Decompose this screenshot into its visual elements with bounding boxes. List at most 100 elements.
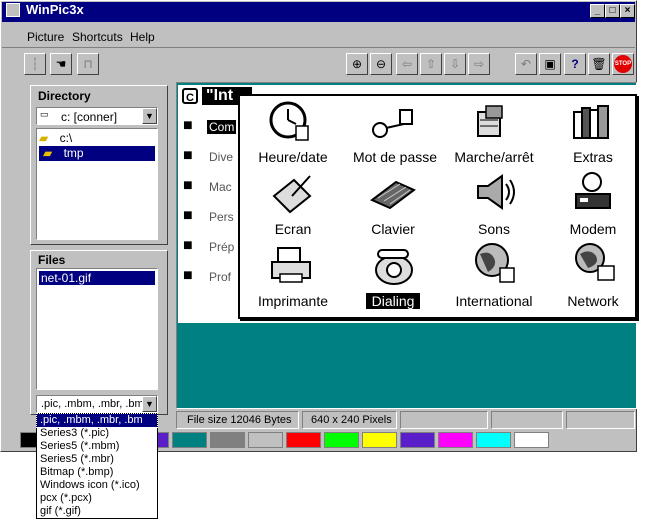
file-list[interactable]: net-01.gif: [36, 268, 158, 390]
tool-grid-icon[interactable]: ┆: [24, 53, 46, 75]
chevron-down-icon[interactable]: ▼: [142, 108, 157, 124]
folder-open-icon: ▰: [39, 131, 49, 145]
directory-label: Directory: [38, 89, 91, 103]
arrow-right-icon[interactable]: ⇨: [468, 53, 490, 75]
window-title: WinPic3x: [26, 2, 84, 17]
drive-select[interactable]: ▭ c: [conner] ▼: [36, 107, 158, 125]
close-button[interactable]: ×: [620, 4, 635, 18]
printer-icon: [271, 247, 311, 283]
palette-swatch[interactable]: [514, 432, 549, 448]
files-label: Files: [38, 253, 66, 267]
title-bar[interactable]: [2, 2, 635, 22]
folder-label: Prof: [209, 270, 232, 284]
folder-icon: ■: [183, 237, 193, 254]
arrow-left-icon[interactable]: ⇦: [396, 53, 418, 75]
drive-icon: ▭: [40, 109, 49, 119]
menu-picture[interactable]: Picture: [27, 30, 64, 44]
cp-label-extras[interactable]: Extras: [543, 149, 643, 165]
dropdown-option[interactable]: Series5 (*.mbm): [37, 440, 157, 453]
status-file-size: File size 12046 Bytes: [187, 414, 292, 426]
folder-item-tmp[interactable]: ▰ tmp: [39, 146, 155, 161]
dropdown-option[interactable]: Windows icon (*.ico): [37, 479, 157, 492]
filetype-value: .pic, .mbm, .mbr, .bm: [41, 398, 144, 410]
speaker-icon: [477, 174, 515, 210]
help-icon[interactable]: ?: [564, 53, 586, 75]
file-item[interactable]: net-01.gif: [39, 271, 155, 285]
palette-swatch[interactable]: [172, 432, 207, 448]
cp-label-ecran[interactable]: Ecran: [243, 221, 343, 237]
arrow-down-icon[interactable]: ⇩: [444, 53, 466, 75]
keyboard-icon: [370, 180, 416, 210]
palette-swatch[interactable]: [362, 432, 397, 448]
folder-open-icon: ▰: [43, 146, 53, 160]
dropdown-option[interactable]: pcx (*.pcx): [37, 492, 157, 505]
palette-swatch[interactable]: [400, 432, 435, 448]
modem-icon: [575, 172, 611, 209]
cp-label-imprimante[interactable]: Imprimante: [243, 293, 343, 309]
palette-swatch[interactable]: [248, 432, 283, 448]
c-icon: C: [182, 88, 198, 104]
folder-name: tmp: [63, 146, 84, 160]
folder-label: Dive: [209, 150, 234, 164]
filetype-select[interactable]: .pic, .mbm, .mbr, .bm ▼: [36, 395, 158, 413]
palette-swatch[interactable]: [286, 432, 321, 448]
books-icon: [573, 105, 609, 139]
tool-stamp-icon[interactable]: ⊓: [77, 53, 99, 75]
folder-label: Mac: [209, 180, 232, 194]
palette-swatch[interactable]: [476, 432, 511, 448]
folder-icon: ■: [183, 207, 193, 224]
status-dimensions-box: 640 x 240 Pixels: [302, 411, 397, 429]
dropdown-option[interactable]: Series5 (*.mbr): [37, 453, 157, 466]
arrow-up-icon[interactable]: ⇧: [420, 53, 442, 75]
chevron-down-icon[interactable]: ▼: [142, 396, 157, 412]
cp-label-sons[interactable]: Sons: [444, 221, 544, 237]
folder-label: Pers: [209, 210, 234, 224]
menu-help[interactable]: Help: [130, 30, 155, 44]
cp-label-marche-arret[interactable]: Marche/arrêt: [444, 149, 544, 165]
cp-label-dialing[interactable]: Dialing: [366, 293, 420, 309]
keys-icon: [372, 109, 413, 138]
menu-shortcuts[interactable]: Shortcuts: [72, 30, 123, 44]
status-dimensions: 640 x 240 Pixels: [311, 414, 392, 426]
screen-icon: [272, 175, 312, 214]
dropdown-option[interactable]: Series3 (*.pic): [37, 427, 157, 440]
cp-label-network[interactable]: Network: [543, 293, 643, 309]
palette-swatch[interactable]: [210, 432, 245, 448]
palette-swatch[interactable]: [438, 432, 473, 448]
folder-name: c:\: [59, 131, 73, 145]
monitor-icon[interactable]: ▣: [539, 53, 561, 75]
stop-icon[interactable]: STOP: [612, 53, 634, 75]
minimize-button[interactable]: _: [590, 4, 605, 18]
cp-label-clavier[interactable]: Clavier: [343, 221, 443, 237]
cp-label-mot-de-passe[interactable]: Mot de passe: [343, 149, 447, 165]
folder-list[interactable]: ▰ c:\ ▰ tmp: [36, 128, 158, 240]
globe-icon: [475, 243, 515, 283]
network-icon: [575, 243, 615, 281]
cp-label-modem[interactable]: Modem: [543, 221, 643, 237]
folder-label: Com: [207, 120, 237, 134]
dropdown-option[interactable]: gif (*.gif): [37, 505, 157, 518]
clock-icon: [269, 101, 309, 141]
app-icon[interactable]: [6, 3, 20, 17]
folder-icon: ■: [183, 147, 193, 164]
zoom-in-icon[interactable]: ⊕: [346, 53, 368, 75]
menu-divider: [2, 47, 635, 48]
status-file-size-box: File size 12046 Bytes: [176, 411, 299, 429]
tool-hand-icon[interactable]: ☚: [50, 53, 72, 75]
drive-value: c: [conner]: [61, 110, 118, 124]
maximize-button[interactable]: □: [605, 4, 620, 18]
undo-icon[interactable]: ↶: [515, 53, 537, 75]
power-icon: [477, 105, 503, 137]
trash-icon[interactable]: 🗑: [588, 53, 610, 75]
folder-label: Prép: [209, 240, 235, 254]
phone-icon: [375, 249, 413, 285]
status-empty-2: [491, 411, 563, 429]
cp-label-international[interactable]: International: [444, 293, 544, 309]
filetype-dropdown[interactable]: .pic, .mbm, .mbr, .bm Series3 (*.pic) Se…: [36, 413, 158, 519]
cp-label-heure-date[interactable]: Heure/date: [243, 149, 343, 165]
dropdown-option[interactable]: Bitmap (*.bmp): [37, 466, 157, 479]
dropdown-option[interactable]: .pic, .mbm, .mbr, .bm: [36, 413, 158, 428]
palette-swatch[interactable]: [324, 432, 359, 448]
folder-item-root[interactable]: ▰ c:\: [39, 131, 155, 146]
zoom-out-icon[interactable]: ⊖: [370, 53, 392, 75]
